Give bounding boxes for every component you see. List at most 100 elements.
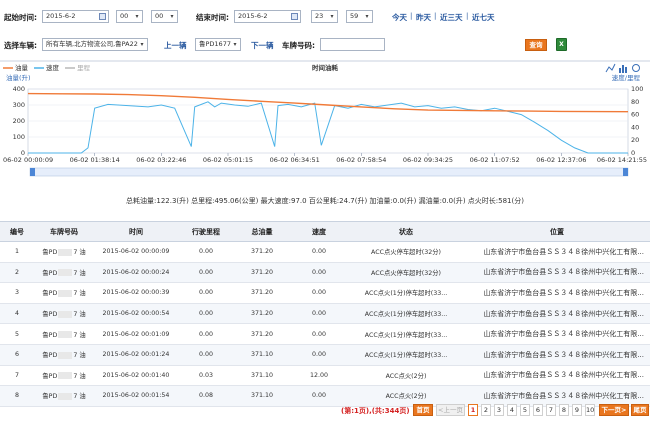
cell-mileage: 0.00 <box>178 344 234 366</box>
right-axis-tick: 20 <box>631 136 639 144</box>
masked-plate-digits <box>58 351 73 359</box>
page-number-button[interactable]: 10 <box>585 404 595 416</box>
cell-plate: 鲁PD 7 油 <box>34 365 94 387</box>
cell-mileage: 0.00 <box>178 303 234 325</box>
cell-plate: 鲁PD 7 油 <box>34 344 94 366</box>
start-hour-select[interactable]: 00 ▾ <box>116 10 143 23</box>
prev-page-button[interactable]: <上一页 <box>436 404 465 416</box>
current-vehicle-select[interactable]: 鲁PD1677 油 ▾ <box>195 38 241 51</box>
cell-plate: 鲁PD 7 油 <box>34 282 94 304</box>
quick-link-seven-days[interactable]: 近七天 <box>472 12 495 23</box>
cell-time: 2015-06-02 00:00:54 <box>94 303 178 325</box>
page-number-button[interactable]: 5 <box>520 404 530 416</box>
left-axis-tick: 400 <box>13 85 25 93</box>
table-row[interactable]: 3 鲁PD 7 油 2015-06-02 00:00:39 0.00 371.20 0.00… <box>0 282 650 304</box>
plate-prefix: 鲁PD <box>42 372 58 380</box>
cell-position: 山东省济宁市鱼台县ＳＳ３４８徐州中兴化工有限... <box>464 344 650 366</box>
end-minute-select[interactable]: 59 ▾ <box>346 10 373 23</box>
plate-prefix: 鲁PD <box>42 290 58 298</box>
legend-speed[interactable]: 速度 <box>46 63 60 72</box>
end-date-value: 2015-6-2 <box>238 12 268 20</box>
table-row[interactable]: 4 鲁PD 7 油 2015-06-02 00:00:54 0.00 371.20 0.00… <box>0 303 650 325</box>
last-page-button[interactable]: 尾页 <box>631 404 649 416</box>
chevron-down-icon: ▾ <box>231 40 239 49</box>
cell-time: 2015-06-02 00:01:09 <box>94 323 178 345</box>
plate-suffix: 7 油 <box>73 269 86 277</box>
end-hour-select[interactable]: 23 ▾ <box>311 10 338 23</box>
cell-mileage: 0.08 <box>178 385 234 407</box>
start-date-value: 2015-6-2 <box>46 12 76 20</box>
start-date-input[interactable]: 2015-6-2 <box>42 10 109 23</box>
masked-plate-digits <box>58 331 73 339</box>
cell-fuel: 371.20 <box>234 303 290 325</box>
page-number-button[interactable]: 9 <box>572 404 582 416</box>
legend-mileage[interactable]: 里程 <box>77 63 91 72</box>
cell-plate: 鲁PD 7 油 <box>34 323 94 345</box>
time-range-slider[interactable] <box>29 167 629 177</box>
next-page-button[interactable]: 下一页> <box>599 404 629 416</box>
plate-prefix: 鲁PD <box>42 311 58 319</box>
page-number-button[interactable]: 1 <box>468 404 478 416</box>
end-hour-value: 23 <box>315 12 324 20</box>
cell-speed: 12.00 <box>290 365 348 387</box>
slider-right-handle[interactable] <box>623 168 628 176</box>
calendar-icon[interactable] <box>99 13 106 20</box>
right-axis-label: 速度/里程 <box>612 73 641 82</box>
cell-position: 山东省济宁市鱼台县ＳＳ３４８徐州中兴化工有限... <box>464 323 650 345</box>
table-row[interactable]: 7 鲁PD 7 油 2015-06-02 00:01:40 0.03 371.10 12.0… <box>0 365 650 387</box>
excel-icon[interactable]: X <box>556 38 567 51</box>
page-number-button[interactable]: 6 <box>533 404 543 416</box>
quick-link-yesterday[interactable]: 昨天 <box>416 12 431 23</box>
legend-fuel[interactable]: 油量 <box>15 63 29 72</box>
vehicle-select[interactable]: 所有车辆,北方物流公司,鲁PA228 ▾ <box>42 38 148 51</box>
cell-status: ACC点火停车超时(32分) <box>348 262 464 284</box>
cell-position: 山东省济宁市鱼台县ＳＳ３４８徐州中兴化工有限... <box>464 282 650 304</box>
cell-status: ACC点火(1分)停车超时(33... <box>348 344 464 366</box>
col-mileage: 行驶里程 <box>178 221 234 242</box>
plate-suffix: 7 油 <box>73 372 86 380</box>
quick-link-today[interactable]: 今天 <box>392 12 407 23</box>
cell-number: 7 <box>0 365 34 387</box>
cell-mileage: 0.00 <box>178 241 234 263</box>
cell-speed: 0.00 <box>290 323 348 345</box>
x-axis-tick-label: 06-02 11:07:52 <box>470 156 520 164</box>
calendar-icon[interactable] <box>291 13 298 20</box>
page-number-button[interactable]: 2 <box>481 404 491 416</box>
refresh-icon[interactable] <box>632 64 640 72</box>
quick-link-three-days[interactable]: 近三天 <box>440 12 463 23</box>
plate-suffix: 7 油 <box>73 352 86 360</box>
left-axis-tick: 300 <box>13 101 25 109</box>
slider-left-handle[interactable] <box>30 168 35 176</box>
cell-number: 4 <box>0 303 34 325</box>
masked-plate-digits <box>58 289 73 297</box>
page-number-button[interactable]: 4 <box>507 404 517 416</box>
query-button[interactable]: 查询 <box>525 39 547 51</box>
cell-status: ACC点火(1分)停车超时(33... <box>348 282 464 304</box>
line-chart-icon[interactable] <box>605 63 616 73</box>
table-row[interactable]: 5 鲁PD 7 油 2015-06-02 00:01:09 0.00 371.20 0.00… <box>0 323 650 345</box>
x-axis-tick-label: 06-02 14:21:55 <box>597 156 647 164</box>
end-date-input[interactable]: 2015-6-2 <box>234 10 301 23</box>
plate-suffix: 7 油 <box>73 393 86 401</box>
table-row[interactable]: 2 鲁PD 7 油 2015-06-02 00:00:24 0.00 371.20 0.00… <box>0 262 650 284</box>
first-page-button[interactable]: 首页 <box>413 404 433 416</box>
table-row[interactable]: 6 鲁PD 7 油 2015-06-02 00:01:24 0.00 371.10 0.00… <box>0 344 650 366</box>
page-number-button[interactable]: 8 <box>559 404 569 416</box>
x-axis-tick-label: 06-02 12:37:06 <box>536 156 586 164</box>
page-number-button[interactable]: 7 <box>546 404 556 416</box>
plate-number-input[interactable] <box>320 38 385 51</box>
cell-time: 2015-06-02 00:01:54 <box>94 385 178 407</box>
table-row[interactable]: 1 鲁PD 7 油 2015-06-02 00:00:09 0.00 371.20 0.00… <box>0 241 650 263</box>
start-minute-select[interactable]: 00 ▾ <box>151 10 178 23</box>
prev-vehicle-link[interactable]: 上一辆 <box>164 40 187 51</box>
separator: | <box>466 12 469 20</box>
page-info: (第:1页),(共:344页) <box>341 407 410 415</box>
cell-plate: 鲁PD 7 油 <box>34 241 94 263</box>
next-vehicle-link[interactable]: 下一辆 <box>251 40 274 51</box>
page-number-button[interactable]: 3 <box>494 404 504 416</box>
col-position: 位置 <box>464 221 650 242</box>
cell-fuel: 371.20 <box>234 241 290 263</box>
col-time: 时间 <box>94 221 178 242</box>
bar-chart-icon[interactable] <box>619 65 627 73</box>
separator: | <box>410 12 413 20</box>
